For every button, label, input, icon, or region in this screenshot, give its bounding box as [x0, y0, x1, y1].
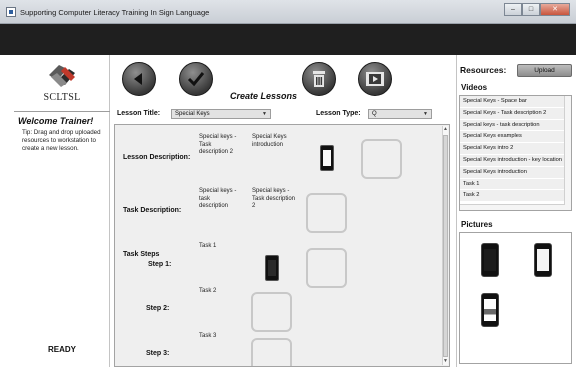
videos-title: Videos — [461, 83, 488, 92]
step-1-task[interactable]: Task 1 — [199, 243, 216, 251]
film-icon — [366, 72, 384, 86]
picture-thumbnail[interactable] — [481, 243, 499, 277]
scroll-down-icon[interactable]: ▼ — [443, 358, 448, 365]
videos-hscrollbar[interactable] — [460, 204, 565, 210]
lesson-description-cell-1[interactable]: Special keys - Task description 2 — [199, 134, 239, 157]
close-button[interactable]: ✕ — [540, 3, 570, 16]
page-title: Create Lessons — [230, 91, 298, 101]
videos-list[interactable]: Special Keys - Space bar Special Keys - … — [459, 95, 572, 211]
list-item[interactable]: Special Keys introduction — [460, 166, 564, 179]
step-1-label: Step 1: — [148, 261, 172, 268]
lesson-title-select[interactable]: Special Keys ▼ — [171, 109, 271, 119]
lesson-type-label: Lesson Type: — [316, 110, 361, 117]
step-2-task[interactable]: Task 2 — [199, 288, 216, 296]
pictures-list[interactable] — [459, 232, 572, 364]
chevron-down-icon: ▼ — [423, 111, 428, 117]
picture-thumbnail[interactable] — [534, 243, 552, 277]
list-item[interactable]: Task 1 — [460, 178, 564, 191]
resources-panel: Resources: Upload Videos Special Keys - … — [456, 55, 576, 367]
lesson-workspace[interactable]: Lesson Description: Special keys - Task … — [114, 124, 450, 367]
drop-target[interactable] — [306, 248, 347, 288]
pictures-title: Pictures — [461, 220, 493, 229]
drop-target[interactable] — [306, 193, 347, 233]
step-2-label: Step 2: — [146, 305, 170, 312]
drop-target[interactable] — [251, 338, 292, 366]
workspace-scrollbar[interactable]: ▲ ▼ — [442, 126, 448, 365]
task-description-cell-2[interactable]: Special keys - Task description 2 — [252, 188, 296, 211]
back-button[interactable] — [122, 62, 156, 96]
step-3-task[interactable]: Task 3 — [199, 333, 216, 341]
scrollbar-thumb[interactable] — [443, 135, 448, 357]
trash-icon — [313, 71, 325, 87]
task-description-label: Task Description: — [123, 207, 182, 214]
delete-button[interactable] — [302, 62, 336, 96]
back-arrow-icon — [134, 73, 142, 85]
list-item[interactable]: Special Keys examples — [460, 131, 564, 144]
video-button[interactable] — [358, 62, 392, 96]
confirm-button[interactable] — [179, 62, 213, 96]
drop-target[interactable] — [251, 292, 292, 332]
checkmark-icon — [187, 72, 205, 87]
list-item[interactable]: Special keys - task description — [460, 119, 564, 132]
lesson-title-label: Lesson Title: — [117, 110, 161, 117]
list-item[interactable]: Special Keys intro 2 — [460, 143, 564, 155]
lesson-description-cell-2[interactable]: Special Keys introduction — [252, 134, 296, 149]
task-description-cell-1[interactable]: Special keys - task description — [199, 188, 239, 211]
list-item[interactable]: Task 2 — [460, 190, 564, 203]
lesson-title-value: Special Keys — [175, 111, 210, 117]
minimize-button[interactable]: – — [504, 3, 522, 16]
logo: SCLTSL — [14, 55, 110, 110]
window-title: Supporting Computer Literacy Training In… — [20, 8, 210, 17]
scroll-up-icon[interactable]: ▲ — [443, 126, 448, 133]
app-icon — [6, 7, 16, 17]
welcome-box: Welcome Trainer! Tip: Drag and drop uplo… — [14, 111, 110, 367]
picture-thumbnail[interactable] — [481, 293, 499, 327]
resources-title: Resources: — [460, 65, 507, 75]
list-item[interactable]: Special Keys - Task description 2 — [460, 107, 564, 120]
maximize-button[interactable]: □ — [522, 3, 540, 16]
videos-scrollbar[interactable] — [564, 96, 571, 210]
lesson-type-value: Q — [372, 111, 377, 117]
status-text: READY — [47, 345, 76, 354]
video-thumbnail[interactable] — [320, 145, 334, 171]
logo-text: SCLTSL — [43, 92, 81, 103]
video-thumbnail[interactable] — [265, 255, 279, 281]
task-steps-label: Task Steps — [123, 251, 160, 258]
header-band — [0, 24, 576, 55]
drop-target[interactable] — [361, 139, 402, 179]
window-titlebar: Supporting Computer Literacy Training In… — [0, 0, 576, 24]
list-item[interactable]: Special Keys introduction - key location — [460, 154, 564, 167]
lesson-type-select[interactable]: Q ▼ — [368, 109, 432, 119]
welcome-title: Welcome Trainer! — [18, 116, 94, 126]
window-controls: – □ ✕ — [504, 3, 570, 17]
step-3-label: Step 3: — [146, 350, 170, 357]
chevron-down-icon: ▼ — [262, 111, 267, 117]
list-item[interactable]: Special Keys - Space bar — [460, 96, 564, 108]
lesson-description-label: Lesson Description: — [123, 154, 191, 161]
hands-logo-icon — [49, 65, 75, 87]
tip-text: Tip: Drag and drop uploaded resources to… — [22, 129, 101, 152]
left-panel: SCLTSL Welcome Trainer! Tip: Drag and dr… — [14, 55, 110, 367]
upload-button[interactable]: Upload — [517, 64, 572, 77]
